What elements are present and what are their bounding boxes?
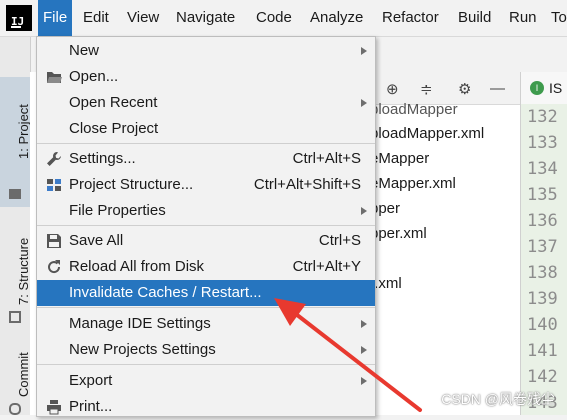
watermark-text: CSDN @风卷残尘	[441, 391, 555, 407]
annotation-arrow-icon	[274, 298, 422, 412]
